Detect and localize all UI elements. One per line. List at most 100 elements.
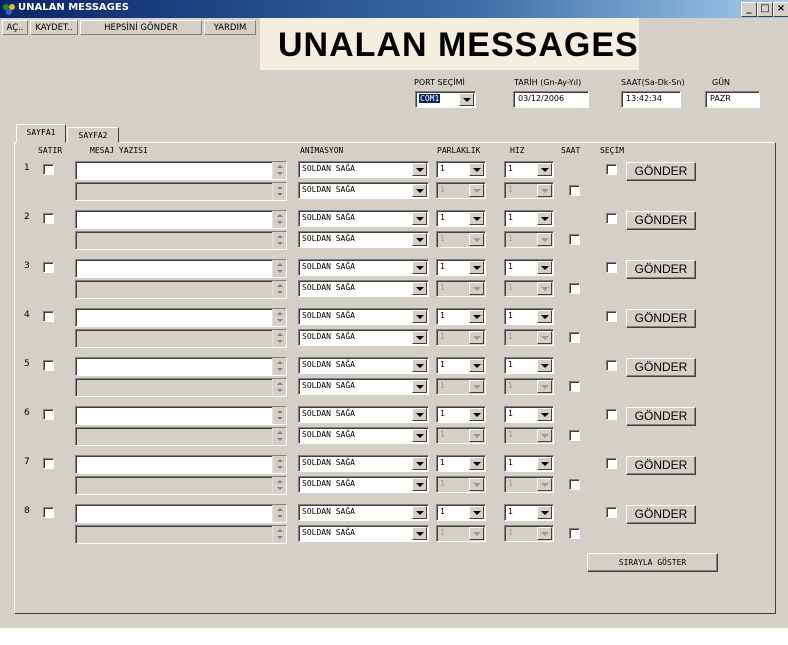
- scroll-arrows-icon[interactable]: [272, 330, 286, 347]
- message-input[interactable]: [75, 161, 287, 180]
- scroll-arrows-icon[interactable]: [272, 456, 286, 473]
- chevron-down-icon[interactable]: [412, 310, 427, 323]
- message-input-2[interactable]: [75, 280, 287, 299]
- chevron-down-icon[interactable]: [412, 457, 427, 470]
- speed-select-2[interactable]: 1: [504, 329, 554, 346]
- brightness-select[interactable]: 1: [436, 161, 486, 178]
- row-checkbox[interactable]: [43, 213, 54, 224]
- port-select[interactable]: COM1: [415, 91, 476, 108]
- select-checkbox[interactable]: [606, 311, 617, 322]
- speed-select-2[interactable]: 1: [504, 525, 554, 542]
- select-checkbox[interactable]: [606, 213, 617, 224]
- day-field[interactable]: PAZR: [705, 91, 760, 108]
- chevron-down-icon[interactable]: [412, 527, 427, 540]
- animation-select[interactable]: SOLDAN SAĞA: [298, 210, 429, 227]
- brightness-select[interactable]: 1: [436, 406, 486, 423]
- animation-select[interactable]: SOLDAN SAĞA: [298, 259, 429, 276]
- speed-select-2[interactable]: 1: [504, 280, 554, 297]
- send-all-button[interactable]: HEPSİNİ GÖNDER: [80, 20, 202, 35]
- speed-select[interactable]: 1: [504, 259, 554, 276]
- animation-select[interactable]: SOLDAN SAĞA: [298, 504, 429, 521]
- message-input[interactable]: [75, 455, 287, 474]
- scroll-arrows-icon[interactable]: [272, 379, 286, 396]
- chevron-down-icon[interactable]: [412, 429, 427, 442]
- clock-checkbox[interactable]: [569, 185, 580, 196]
- send-button[interactable]: GÖNDER: [626, 211, 696, 230]
- brightness-select-2[interactable]: 1: [436, 525, 486, 542]
- message-input-2[interactable]: [75, 231, 287, 250]
- chevron-down-icon[interactable]: [412, 380, 427, 393]
- chevron-down-icon[interactable]: [412, 184, 427, 197]
- send-button[interactable]: GÖNDER: [626, 309, 696, 328]
- message-input-2[interactable]: [75, 427, 287, 446]
- message-input[interactable]: [75, 210, 287, 229]
- brightness-select-2[interactable]: 1: [436, 476, 486, 493]
- speed-select-2[interactable]: 1: [504, 476, 554, 493]
- row-checkbox[interactable]: [43, 507, 54, 518]
- chevron-down-icon[interactable]: [537, 233, 552, 246]
- chevron-down-icon[interactable]: [537, 506, 552, 519]
- brightness-select[interactable]: 1: [436, 308, 486, 325]
- scroll-arrows-icon[interactable]: [272, 428, 286, 445]
- open-button[interactable]: AÇ..: [2, 20, 28, 35]
- chevron-down-icon[interactable]: [412, 506, 427, 519]
- save-button[interactable]: KAYDET..: [30, 20, 78, 35]
- send-button[interactable]: GÖNDER: [626, 260, 696, 279]
- select-checkbox[interactable]: [606, 507, 617, 518]
- row-checkbox[interactable]: [43, 360, 54, 371]
- animation-select-2[interactable]: SOLDAN SAĞA: [298, 378, 429, 395]
- clock-checkbox[interactable]: [569, 528, 580, 539]
- send-button[interactable]: GÖNDER: [626, 407, 696, 426]
- send-button[interactable]: GÖNDER: [626, 358, 696, 377]
- animation-select-2[interactable]: SOLDAN SAĞA: [298, 427, 429, 444]
- speed-select-2[interactable]: 1: [504, 231, 554, 248]
- select-checkbox[interactable]: [606, 360, 617, 371]
- scroll-arrows-icon[interactable]: [272, 232, 286, 249]
- chevron-down-icon[interactable]: [469, 212, 484, 225]
- speed-select[interactable]: 1: [504, 161, 554, 178]
- scroll-arrows-icon[interactable]: [272, 309, 286, 326]
- speed-select[interactable]: 1: [504, 210, 554, 227]
- chevron-down-icon[interactable]: [412, 408, 427, 421]
- clock-checkbox[interactable]: [569, 479, 580, 490]
- brightness-select[interactable]: 1: [436, 210, 486, 227]
- chevron-down-icon[interactable]: [469, 478, 484, 491]
- clock-checkbox[interactable]: [569, 381, 580, 392]
- chevron-down-icon[interactable]: [537, 429, 552, 442]
- animation-select[interactable]: SOLDAN SAĞA: [298, 161, 429, 178]
- row-checkbox[interactable]: [43, 262, 54, 273]
- brightness-select-2[interactable]: 1: [436, 231, 486, 248]
- animation-select-2[interactable]: SOLDAN SAĞA: [298, 329, 429, 346]
- message-input-2[interactable]: [75, 182, 287, 201]
- speed-select[interactable]: 1: [504, 357, 554, 374]
- chevron-down-icon[interactable]: [469, 282, 484, 295]
- animation-select[interactable]: SOLDAN SAĞA: [298, 406, 429, 423]
- animation-select-2[interactable]: SOLDAN SAĞA: [298, 182, 429, 199]
- scroll-arrows-icon[interactable]: [272, 505, 286, 522]
- close-button[interactable]: ×: [773, 2, 788, 17]
- clock-checkbox[interactable]: [569, 283, 580, 294]
- chevron-down-icon[interactable]: [469, 163, 484, 176]
- select-checkbox[interactable]: [606, 262, 617, 273]
- animation-select[interactable]: SOLDAN SAĞA: [298, 308, 429, 325]
- speed-select-2[interactable]: 1: [504, 427, 554, 444]
- animation-select-2[interactable]: SOLDAN SAĞA: [298, 231, 429, 248]
- scroll-arrows-icon[interactable]: [272, 260, 286, 277]
- animation-select-2[interactable]: SOLDAN SAĞA: [298, 280, 429, 297]
- chevron-down-icon[interactable]: [469, 527, 484, 540]
- chevron-down-icon[interactable]: [469, 506, 484, 519]
- message-input[interactable]: [75, 504, 287, 523]
- brightness-select[interactable]: 1: [436, 357, 486, 374]
- clock-checkbox[interactable]: [569, 234, 580, 245]
- message-input[interactable]: [75, 406, 287, 425]
- clock-checkbox[interactable]: [569, 332, 580, 343]
- message-input-2[interactable]: [75, 378, 287, 397]
- chevron-down-icon[interactable]: [469, 310, 484, 323]
- chevron-down-icon[interactable]: [537, 478, 552, 491]
- chevron-down-icon[interactable]: [537, 212, 552, 225]
- chevron-down-icon[interactable]: [537, 310, 552, 323]
- chevron-down-icon[interactable]: [412, 282, 427, 295]
- chevron-down-icon[interactable]: [537, 331, 552, 344]
- message-input-2[interactable]: [75, 525, 287, 544]
- animation-select[interactable]: SOLDAN SAĞA: [298, 357, 429, 374]
